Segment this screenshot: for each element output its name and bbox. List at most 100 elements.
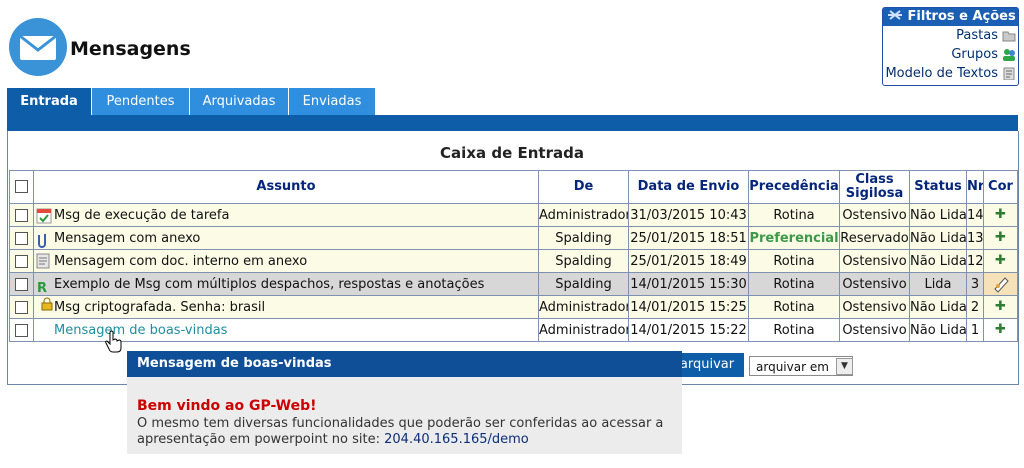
column-header-subject[interactable]: Assunto <box>33 170 539 204</box>
message-status: Lida <box>909 272 967 296</box>
tab-pendentes[interactable]: Pendentes <box>92 88 190 115</box>
message-subject-cell[interactable]: Msg de execução de tarefa <box>33 203 539 227</box>
folder-icon <box>1002 31 1016 42</box>
message-class: Reservado <box>839 226 910 250</box>
message-from: Spalding <box>538 272 629 296</box>
tooltip-title: Bem vindo ao GP-Web! <box>137 398 317 414</box>
messages-logo-icon <box>9 18 67 76</box>
table-row[interactable]: Msg criptografada. Senha: brasil Adminis… <box>9 295 1018 319</box>
message-status: Não Lida <box>909 295 967 319</box>
tab-arquivadas[interactable]: Arquivadas <box>190 88 289 115</box>
message-subject[interactable]: Exemplo de Msg com múltiplos despachos, … <box>54 277 484 292</box>
select-all-header <box>9 170 34 204</box>
message-date: 14/01/2015 15:30 <box>628 272 749 296</box>
row-checkbox[interactable] <box>15 277 28 291</box>
column-header-from[interactable]: De <box>538 170 629 204</box>
message-subject[interactable]: Mensagem com doc. interno em anexo <box>54 254 307 269</box>
column-header-date[interactable]: Data de Envio <box>628 170 749 204</box>
message-from: Administrador <box>538 318 629 342</box>
add-color-icon[interactable]: ✚ <box>985 254 1017 267</box>
table-row[interactable]: Mensagem de boas-vindas Administrador 14… <box>9 318 1018 342</box>
message-nr: 1 <box>966 318 984 342</box>
task-icon <box>36 208 52 224</box>
page-title: Mensagens <box>70 38 191 60</box>
column-header-class-label: Class Sigilosa <box>845 172 904 201</box>
filter-icon <box>888 10 902 20</box>
message-status: Não Lida <box>909 249 967 273</box>
users-group-icon <box>1003 49 1015 61</box>
column-header-cor[interactable]: Cor <box>983 170 1018 204</box>
select-all-checkbox[interactable] <box>15 180 28 193</box>
message-date: 25/01/2015 18:49 <box>628 249 749 273</box>
message-subject-cell[interactable]: Mensagem com anexo <box>33 226 539 250</box>
table-row[interactable]: Mensagem com anexo Spalding 25/01/2015 1… <box>9 226 1018 250</box>
add-color-icon[interactable]: ✚ <box>985 231 1017 244</box>
message-nr: 14 <box>966 203 984 227</box>
message-subject[interactable]: Mensagem de boas-vindas <box>54 323 227 338</box>
tooltip-link[interactable]: 204.40.165.165/demo <box>384 432 529 447</box>
filter-item-label: Grupos <box>951 47 998 62</box>
message-class: Ostensivo <box>839 203 910 227</box>
table-header-row: Assunto De Data de Envio Precedência Cla… <box>9 170 1018 204</box>
row-checkbox[interactable] <box>15 254 28 268</box>
chevron-down-icon[interactable]: ▼ <box>836 358 853 375</box>
message-nr: 3 <box>966 272 984 296</box>
message-class: Ostensivo <box>839 295 910 319</box>
messages-table: Assunto De Data de Envio Precedência Cla… <box>9 170 1018 342</box>
row-checkbox[interactable] <box>15 231 28 245</box>
table-row[interactable]: R Exemplo de Msg com múltiplos despachos… <box>9 272 1018 296</box>
column-header-precedence[interactable]: Precedência <box>748 170 840 204</box>
message-class: Ostensivo <box>839 318 910 342</box>
filter-item-pastas[interactable]: Pastas <box>883 26 1018 45</box>
filters-actions-title: Filtros e Ações <box>883 8 1018 26</box>
message-precedence: Rotina <box>748 295 840 319</box>
message-subject[interactable]: Mensagem com anexo <box>54 231 200 246</box>
filter-item-label: Modelo de Textos <box>885 66 998 81</box>
message-color-cell[interactable]: ✚ <box>983 203 1018 227</box>
column-header-nr[interactable]: Nr <box>966 170 984 204</box>
filters-actions-panel: Filtros e Ações Pastas Grupos Modelo de … <box>882 7 1019 86</box>
add-color-icon[interactable]: ✚ <box>985 323 1017 336</box>
inbox-title: Caixa de Entrada <box>440 144 584 162</box>
column-header-class[interactable]: Class Sigilosa <box>839 170 910 204</box>
filter-item-modelo-de-textos[interactable]: Modelo de Textos <box>883 64 1018 83</box>
message-subject-cell[interactable]: R Exemplo de Msg com múltiplos despachos… <box>33 272 539 296</box>
tooltip-header: Mensagem de boas-vindas <box>127 351 682 377</box>
message-color-cell[interactable]: ✚ <box>983 249 1018 273</box>
color-palette-icon[interactable] <box>991 275 1011 293</box>
message-color-cell[interactable]: ✚ <box>983 295 1018 319</box>
table-row[interactable]: Msg de execução de tarefa Administrador … <box>9 203 1018 227</box>
message-precedence: Rotina <box>748 318 840 342</box>
message-status: Não Lida <box>909 226 967 250</box>
message-subject[interactable]: Msg de execução de tarefa <box>54 208 229 223</box>
message-subject-cell[interactable]: Msg criptografada. Senha: brasil <box>33 295 539 319</box>
message-from: Spalding <box>538 249 629 273</box>
row-checkbox[interactable] <box>15 323 28 337</box>
message-precedence: Rotina <box>748 272 840 296</box>
message-subject-cell[interactable]: Mensagem com doc. interno em anexo <box>33 249 539 273</box>
row-checkbox[interactable] <box>15 300 28 314</box>
message-status: Não Lida <box>909 203 967 227</box>
tab-entrada[interactable]: Entrada <box>7 88 92 115</box>
filter-item-label: Pastas <box>956 28 998 43</box>
message-color-cell[interactable] <box>983 272 1018 296</box>
tooltip-text: O mesmo tem diversas funcionalidades que… <box>137 416 677 448</box>
document-icon <box>36 253 50 269</box>
row-checkbox[interactable] <box>15 208 28 222</box>
add-color-icon[interactable]: ✚ <box>985 300 1017 313</box>
message-status: Não Lida <box>909 318 967 342</box>
add-color-icon[interactable]: ✚ <box>985 208 1017 221</box>
message-color-cell[interactable]: ✚ <box>983 226 1018 250</box>
text-template-icon <box>1003 67 1015 80</box>
message-date: 25/01/2015 18:51 <box>628 226 749 250</box>
message-color-cell[interactable]: ✚ <box>983 318 1018 342</box>
message-from: Administrador <box>538 295 629 319</box>
message-precedence: Rotina <box>748 249 840 273</box>
column-header-status[interactable]: Status <box>909 170 967 204</box>
message-date: 31/03/2015 10:43 <box>628 203 749 227</box>
table-row[interactable]: Mensagem com doc. interno em anexo Spald… <box>9 249 1018 273</box>
filter-item-grupos[interactable]: Grupos <box>883 45 1018 64</box>
tab-enviadas[interactable]: Enviadas <box>289 88 376 115</box>
message-subject[interactable]: Msg criptografada. Senha: brasil <box>54 300 265 315</box>
reply-icon: R <box>37 281 47 294</box>
